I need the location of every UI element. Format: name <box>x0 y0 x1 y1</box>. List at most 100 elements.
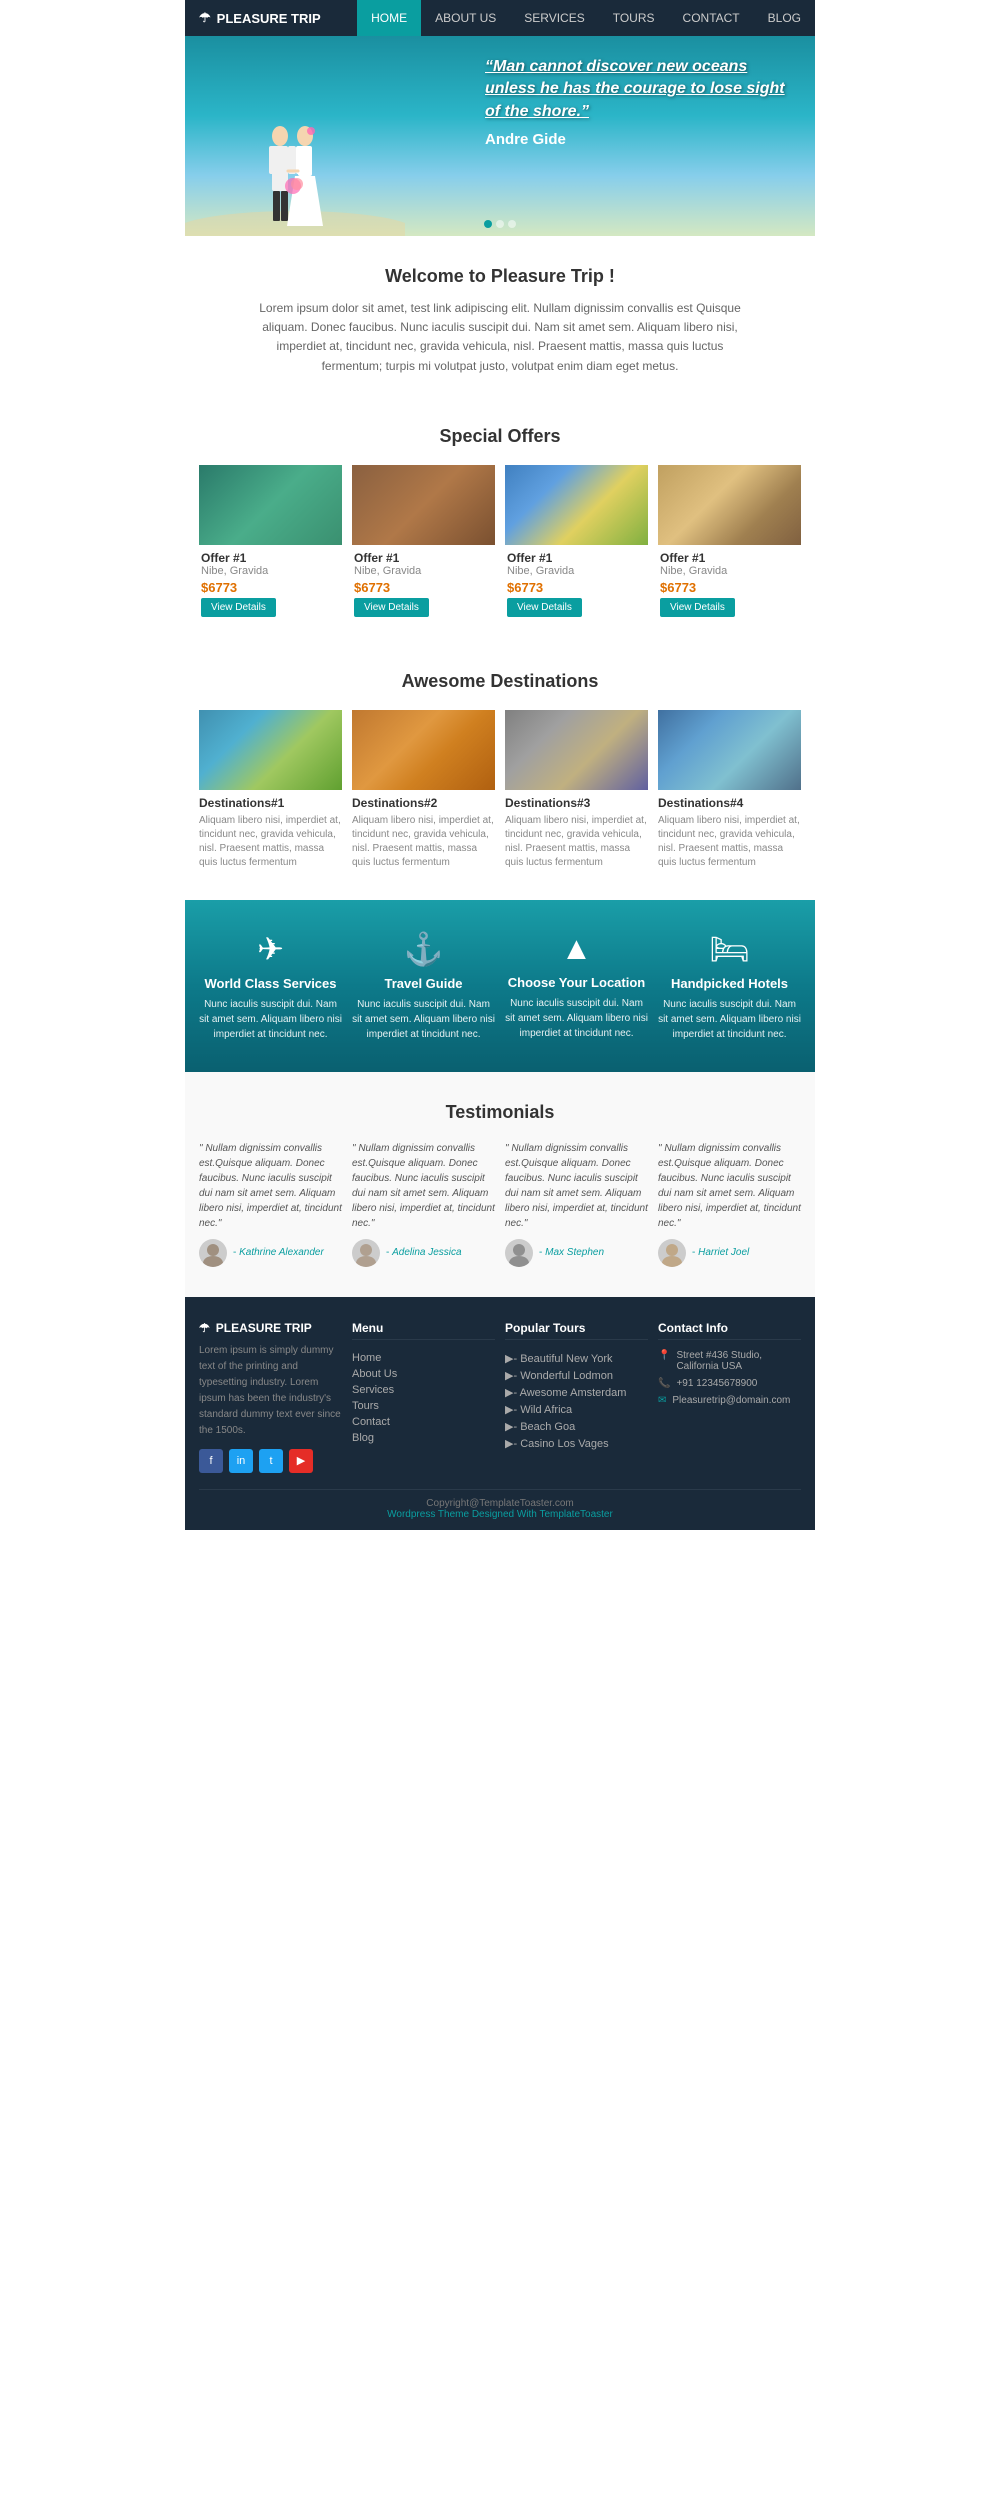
dest-image-4 <box>658 710 801 790</box>
hero-dot-3[interactable] <box>508 220 516 228</box>
hero-couple-image <box>185 56 405 236</box>
testimonial-text-2: " Nullam dignissim convallis est.Quisque… <box>352 1141 495 1231</box>
offer-location-4: Nibe, Gravida <box>660 565 799 577</box>
footer-grid: ☂ PLEASURE TRIP Lorem ipsum is simply du… <box>199 1321 801 1473</box>
footer-menu-contact[interactable]: Contact <box>352 1414 495 1430</box>
offer-name-3: Offer #1 <box>507 551 646 565</box>
footer-tour-6[interactable]: ▶- Casino Los Vages <box>505 1435 648 1452</box>
footer-tours-col: Popular Tours ▶- Beautiful New York ▶- W… <box>505 1321 648 1473</box>
offer-info-4: Offer #1 Nibe, Gravida $6773 View Detail… <box>658 545 801 621</box>
footer-social: f in t ▶ <box>199 1449 342 1473</box>
service-title-2: Travel Guide <box>352 976 495 991</box>
hero-dot-2[interactable] <box>496 220 504 228</box>
offer-location-1: Nibe, Gravida <box>201 565 340 577</box>
footer-menu-about[interactable]: About Us <box>352 1366 495 1382</box>
hero-author: Andre Gide <box>485 131 785 148</box>
nav-blog[interactable]: BLOG <box>754 0 815 36</box>
testimonials-title: Testimonials <box>199 1102 801 1123</box>
testimonial-name-1: Kathrine Alexander <box>239 1247 324 1258</box>
dest-image-2 <box>352 710 495 790</box>
dest-card-4: Destinations#4 Aliquam libero nisi, impe… <box>658 710 801 870</box>
footer-menu-title: Menu <box>352 1321 495 1340</box>
footer-tour-4[interactable]: ▶- Wild Africa <box>505 1401 648 1418</box>
testimonial-author-row-1: - Kathrine Alexander <box>199 1239 342 1267</box>
offer-location-3: Nibe, Gravida <box>507 565 646 577</box>
testimonial-text-3: " Nullam dignissim convallis est.Quisque… <box>505 1141 648 1231</box>
footer-tour-1[interactable]: ▶- Beautiful New York <box>505 1350 648 1367</box>
testimonial-text-4: " Nullam dignissim convallis est.Quisque… <box>658 1141 801 1231</box>
destinations-section: Awesome Destinations Destinations#1 Aliq… <box>185 651 815 900</box>
offer-price-4: $6773 <box>660 580 799 595</box>
nav-services[interactable]: SERVICES <box>510 0 598 36</box>
social-twitter2[interactable]: t <box>259 1449 283 1473</box>
footer-menu-home[interactable]: Home <box>352 1350 495 1366</box>
offer-details-btn-4[interactable]: View Details <box>660 598 735 617</box>
hero-quote: “Man cannot discover new oceans unless h… <box>485 56 785 123</box>
offer-info-3: Offer #1 Nibe, Gravida $6773 View Detail… <box>505 545 648 621</box>
offer-name-1: Offer #1 <box>201 551 340 565</box>
footer-menu-col: Menu Home About Us Services Tours Contac… <box>352 1321 495 1473</box>
copyright-text: Copyright@TemplateToaster.com <box>426 1498 573 1509</box>
offer-details-btn-2[interactable]: View Details <box>354 598 429 617</box>
dest-card-3: Destinations#3 Aliquam libero nisi, impe… <box>505 710 648 870</box>
service-item-4: 🛏 Handpicked Hotels Nunc iaculis suscipi… <box>658 930 801 1042</box>
hero-quote-box: “Man cannot discover new oceans unless h… <box>485 56 785 148</box>
offer-location-2: Nibe, Gravida <box>354 565 493 577</box>
main-nav: ☂ PLEASURE TRIP HOME ABOUT US SERVICES T… <box>185 0 815 36</box>
service-title-1: World Class Services <box>199 976 342 991</box>
service-title-3: Choose Your Location <box>505 975 648 990</box>
footer-contact-address: 📍 Street #436 Studio, California USA <box>658 1350 801 1372</box>
footer-menu-tours[interactable]: Tours <box>352 1398 495 1414</box>
footer-contact-col: Contact Info 📍 Street #436 Studio, Calif… <box>658 1321 801 1473</box>
welcome-section: Welcome to Pleasure Trip ! Lorem ipsum d… <box>185 236 815 406</box>
service-icon-2: ⚓ <box>352 930 495 968</box>
footer-contact-phone: 📞 +91 12345678900 <box>658 1378 801 1389</box>
destinations-grid: Destinations#1 Aliquam libero nisi, impe… <box>199 710 801 870</box>
dest-text-3: Aliquam libero nisi, imperdiet at, tinci… <box>505 814 648 870</box>
credit-link[interactable]: Wordpress Theme Designed With TemplateTo… <box>387 1509 613 1520</box>
footer-logo: ☂ PLEASURE TRIP <box>199 1321 342 1335</box>
hero-dot-1[interactable] <box>484 220 492 228</box>
offer-card-4: Offer #1 Nibe, Gravida $6773 View Detail… <box>658 465 801 621</box>
footer-contact-email: ✉ Pleasuretrip@domain.com <box>658 1395 801 1406</box>
dest-card-1: Destinations#1 Aliquam libero nisi, impe… <box>199 710 342 870</box>
dest-name-4: Destinations#4 <box>658 796 801 810</box>
offer-card-1: Offer #1 Nibe, Gravida $6773 View Detail… <box>199 465 342 621</box>
testimonial-4: " Nullam dignissim convallis est.Quisque… <box>658 1141 801 1267</box>
service-icon-4: 🛏 <box>658 930 801 968</box>
offers-title: Special Offers <box>199 426 801 447</box>
location-icon: 📍 <box>658 1350 670 1361</box>
testimonial-3: " Nullam dignissim convallis est.Quisque… <box>505 1141 648 1267</box>
social-facebook[interactable]: f <box>199 1449 223 1473</box>
footer-tour-5[interactable]: ▶- Beach Goa <box>505 1418 648 1435</box>
social-twitter[interactable]: in <box>229 1449 253 1473</box>
services-grid: ✈ World Class Services Nunc iaculis susc… <box>199 930 801 1042</box>
nav-contact[interactable]: CONTACT <box>669 0 754 36</box>
dest-image-1 <box>199 710 342 790</box>
service-item-2: ⚓ Travel Guide Nunc iaculis suscipit dui… <box>352 930 495 1042</box>
nav-home[interactable]: HOME <box>357 0 421 36</box>
testimonial-name-4: Harriet Joel <box>698 1247 749 1258</box>
footer-tour-2[interactable]: ▶- Wonderful Lodmon <box>505 1367 648 1384</box>
logo-icon: ☂ <box>199 10 211 26</box>
hero-section: “Man cannot discover new oceans unless h… <box>185 36 815 236</box>
nav-tours[interactable]: TOURS <box>599 0 669 36</box>
testimonial-name-2: Adelina Jessica <box>392 1247 461 1258</box>
offer-image-3 <box>505 465 648 545</box>
offer-image-2 <box>352 465 495 545</box>
hero-dots <box>484 220 516 228</box>
offer-details-btn-3[interactable]: View Details <box>507 598 582 617</box>
testimonials-section: Testimonials " Nullam dignissim convalli… <box>185 1072 815 1297</box>
nav-logo[interactable]: ☂ PLEASURE TRIP <box>185 10 335 26</box>
testimonial-1: " Nullam dignissim convallis est.Quisque… <box>199 1141 342 1267</box>
testimonial-author-row-2: - Adelina Jessica <box>352 1239 495 1267</box>
footer-menu-blog[interactable]: Blog <box>352 1430 495 1446</box>
offer-info-1: Offer #1 Nibe, Gravida $6773 View Detail… <box>199 545 342 621</box>
offer-info-2: Offer #1 Nibe, Gravida $6773 View Detail… <box>352 545 495 621</box>
nav-about[interactable]: ABOUT US <box>421 0 510 36</box>
offer-details-btn-1[interactable]: View Details <box>201 598 276 617</box>
footer-menu-services[interactable]: Services <box>352 1382 495 1398</box>
social-youtube[interactable]: ▶ <box>289 1449 313 1473</box>
footer-tour-3[interactable]: ▶- Awesome Amsterdam <box>505 1384 648 1401</box>
footer-logo-icon: ☂ <box>199 1321 210 1335</box>
